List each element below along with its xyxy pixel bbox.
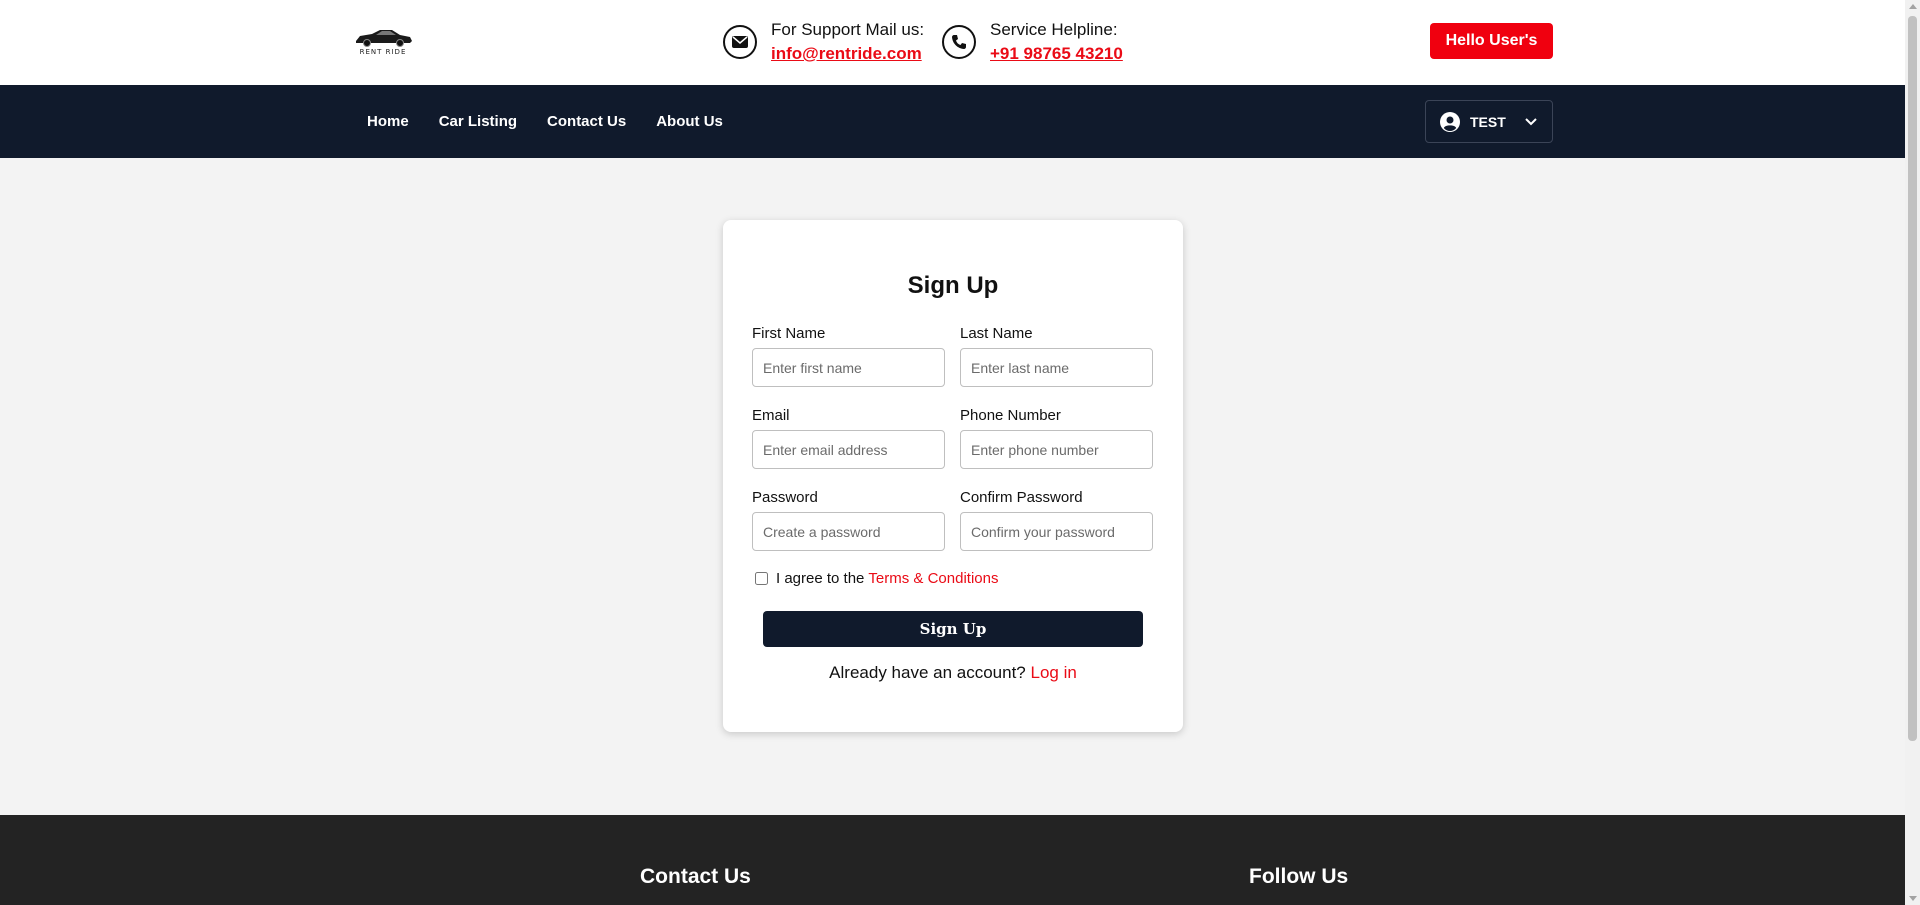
phone-icon	[942, 25, 976, 59]
password-input[interactable]	[752, 512, 945, 551]
hello-user-button[interactable]: Hello User's	[1430, 23, 1553, 59]
scroll-up-arrow-icon[interactable]	[1909, 4, 1917, 9]
email-input[interactable]	[752, 430, 945, 469]
helpline-label: Service Helpline:	[990, 20, 1118, 39]
confirm-password-input[interactable]	[960, 512, 1153, 551]
login-link[interactable]: Log in	[1031, 663, 1077, 682]
nav-item-contact-us[interactable]: Contact Us	[547, 113, 626, 130]
first-name-group: First Name	[752, 324, 945, 387]
helpline-block: Service Helpline: +91 98765 43210	[942, 18, 1123, 66]
logo-text: RENT RIDE	[359, 48, 407, 56]
user-name: TEST	[1470, 113, 1506, 130]
car-logo-icon	[356, 30, 412, 47]
confirm-password-group: Confirm Password	[960, 488, 1153, 551]
page: RENT RIDE For Support Mail us: info@rent…	[0, 0, 1905, 905]
footer-contact-heading: Contact Us	[640, 865, 751, 888]
confirm-password-label: Confirm Password	[960, 489, 1083, 506]
nav-links: Home Car Listing Contact Us About Us	[367, 85, 753, 158]
terms-checkbox[interactable]	[755, 572, 768, 585]
phone-input[interactable]	[960, 430, 1153, 469]
first-name-label: First Name	[752, 325, 826, 342]
nav-item-car-listing[interactable]: Car Listing	[439, 113, 517, 130]
support-email-link[interactable]: info@rentride.com	[771, 42, 924, 66]
page-scrollbar[interactable]	[1905, 0, 1920, 905]
phone-label: Phone Number	[960, 407, 1061, 424]
password-group: Password	[752, 488, 945, 551]
nav-item-about-us[interactable]: About Us	[656, 113, 723, 130]
login-prompt-line: Already have an account? Log in	[723, 663, 1183, 683]
signup-title: Sign Up	[907, 272, 999, 299]
terms-link[interactable]: Terms & Conditions	[868, 570, 998, 587]
last-name-label: Last Name	[960, 325, 1033, 342]
support-mail-block: For Support Mail us: info@rentride.com	[723, 18, 924, 66]
support-label: For Support Mail us:	[771, 20, 925, 39]
footer: Contact Us Follow Us	[0, 815, 1905, 905]
envelope-icon	[723, 25, 757, 59]
helpline-phone-link[interactable]: +91 98765 43210	[990, 42, 1123, 66]
signup-button[interactable]: Sign Up	[763, 611, 1143, 647]
agree-text: I agree to the	[776, 570, 865, 587]
signup-card: Sign Up First Name Last Name Email Phone…	[723, 220, 1183, 732]
password-label: Password	[752, 489, 818, 506]
email-group: Email	[752, 406, 945, 469]
top-bar: RENT RIDE For Support Mail us: info@rent…	[0, 0, 1905, 85]
main-content: Sign Up First Name Last Name Email Phone…	[0, 158, 1905, 795]
terms-agreement: I agree to the Terms & Conditions	[755, 570, 998, 587]
phone-group: Phone Number	[960, 406, 1153, 469]
email-label: Email	[752, 407, 790, 424]
scroll-down-arrow-icon[interactable]	[1909, 896, 1917, 901]
chevron-down-icon	[1525, 118, 1537, 126]
scrollbar-thumb[interactable]	[1908, 16, 1917, 741]
user-menu-dropdown[interactable]: TEST	[1425, 100, 1553, 143]
last-name-input[interactable]	[960, 348, 1153, 387]
nav-item-home[interactable]: Home	[367, 113, 409, 130]
footer-follow-heading: Follow Us	[1249, 865, 1349, 888]
user-avatar-icon	[1440, 111, 1460, 132]
login-prompt: Already have an account?	[829, 663, 1026, 682]
first-name-input[interactable]	[752, 348, 945, 387]
last-name-group: Last Name	[960, 324, 1153, 387]
logo[interactable]: RENT RIDE	[352, 26, 414, 58]
main-navbar: Home Car Listing Contact Us About Us TES…	[0, 85, 1905, 158]
